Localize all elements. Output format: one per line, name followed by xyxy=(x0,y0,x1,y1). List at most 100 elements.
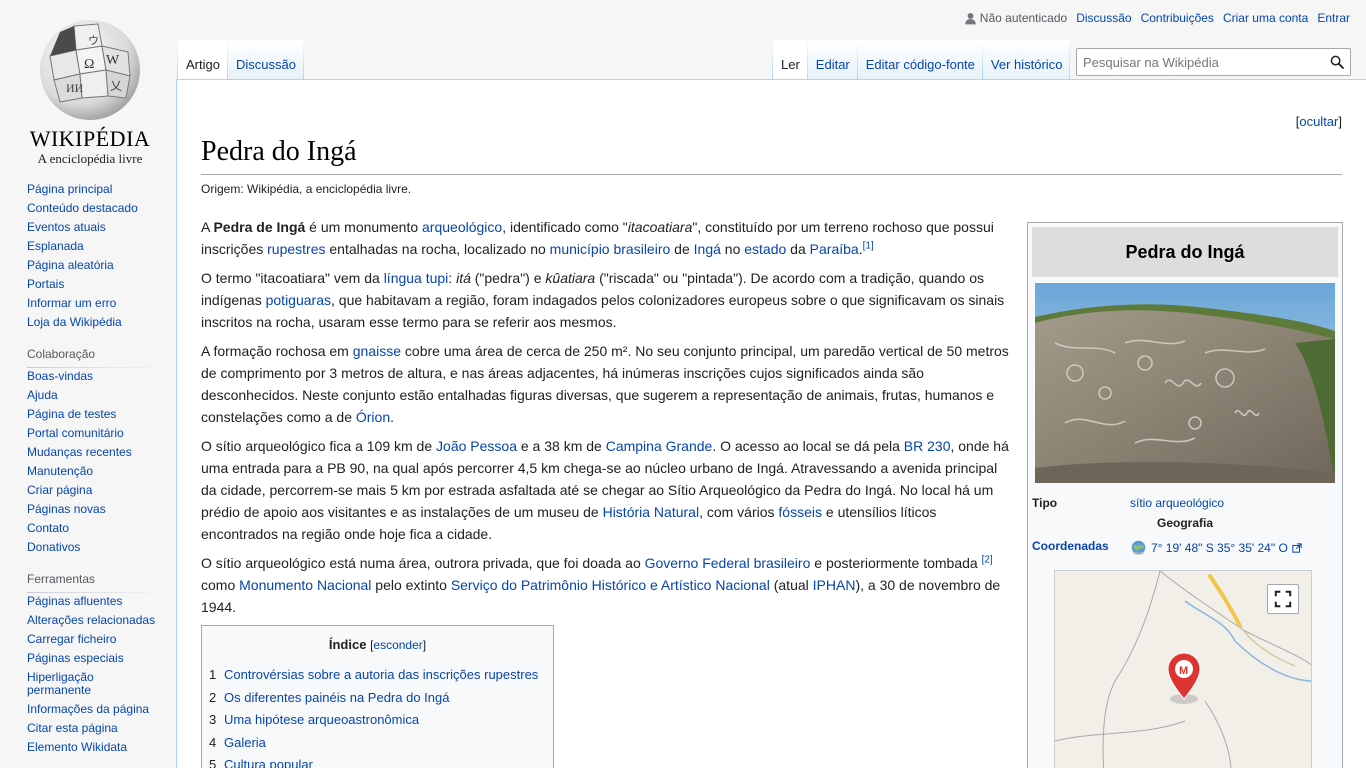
sidebar-item-what-links-here[interactable]: Páginas afluentes xyxy=(27,592,176,611)
sidebar-item-report-error[interactable]: Informar um erro xyxy=(27,294,176,313)
link-iphan[interactable]: IPHAN xyxy=(813,577,856,593)
sidebar-item-related-changes[interactable]: Alterações relacionadas xyxy=(27,611,176,630)
svg-text:W: W xyxy=(106,53,120,68)
sidebar-item-cite-page[interactable]: Citar esta página xyxy=(27,719,176,738)
map-fullscreen-button[interactable] xyxy=(1267,584,1299,614)
sidebar-item-sandbox[interactable]: Página de testes xyxy=(27,405,176,424)
create-account-link[interactable]: Criar uma conta xyxy=(1223,11,1308,25)
svg-text:ИИ: ИИ xyxy=(66,81,84,95)
article-body: A Pedra de Ingá é um monumento arqueológ… xyxy=(201,216,1013,768)
infobox-type-label: Tipo xyxy=(1032,496,1058,510)
site-subtitle: Origem: Wikipédia, a enciclopédia livre. xyxy=(201,182,412,196)
toc-item[interactable]: 4 Galeria xyxy=(209,732,546,755)
user-icon xyxy=(965,12,976,24)
sidebar-item-upload-file[interactable]: Carregar ficheiro xyxy=(27,630,176,649)
sidebar-tools-heading: Ferramentas xyxy=(27,572,176,593)
wikipedia-globe-icon: Ω W ИИ 乂 ウ xyxy=(40,20,140,120)
login-link[interactable]: Entrar xyxy=(1317,11,1350,25)
namespace-tabs: Artigo Discussão xyxy=(177,40,304,80)
link-fossils[interactable]: fósseis xyxy=(778,504,822,520)
tab-article[interactable]: Artigo xyxy=(177,40,228,80)
link-rupestres[interactable]: rupestres xyxy=(267,241,325,257)
user-talk-link[interactable]: Discussão xyxy=(1076,11,1131,25)
toc-item[interactable]: 2 Os diferentes painéis na Pedra do Ingá xyxy=(209,687,546,710)
sidebar-item-featured-content[interactable]: Conteúdo destacado xyxy=(27,199,176,218)
view-tabs: Ler Editar Editar código-fonte Ver histó… xyxy=(772,40,1070,80)
location-map[interactable]: M xyxy=(1054,570,1312,768)
reference-2[interactable]: [2] xyxy=(982,554,993,565)
search-box xyxy=(1076,48,1351,76)
link-sphan[interactable]: Serviço do Patrimônio Histórico e Artíst… xyxy=(451,577,770,593)
search-button[interactable] xyxy=(1330,55,1344,74)
sidebar-item-contact[interactable]: Contato xyxy=(27,519,176,538)
anon-user: Não autenticado xyxy=(964,11,1067,25)
sidebar-item-new-pages[interactable]: Páginas novas xyxy=(27,500,176,519)
sidebar-item-wikidata-item[interactable]: Elemento Wikidata xyxy=(27,738,176,757)
link-potiguaras[interactable]: potiguaras xyxy=(266,292,331,308)
sidebar-item-portals[interactable]: Portais xyxy=(27,275,176,294)
tab-discussion[interactable]: Discussão xyxy=(228,40,304,80)
sidebar-item-page-info[interactable]: Informações da página xyxy=(27,700,176,719)
link-orion[interactable]: Órion xyxy=(356,409,390,425)
svg-text:M: M xyxy=(1179,665,1188,677)
sidebar-item-store[interactable]: Loja da Wikipédia xyxy=(27,313,176,332)
link-archaeological[interactable]: arqueológico xyxy=(422,219,502,235)
svg-text:乂: 乂 xyxy=(110,79,122,93)
globe-icon[interactable] xyxy=(1130,539,1147,556)
link-paraiba[interactable]: Paraíba xyxy=(810,241,859,257)
sidebar-item-main-page[interactable]: Página principal xyxy=(27,180,176,199)
link-federal-government[interactable]: Governo Federal brasileiro xyxy=(645,555,811,571)
infobox-row-type: Tipo sítio arqueológico xyxy=(1032,496,1338,510)
toc-hide-link[interactable]: esconder xyxy=(373,638,422,652)
infobox-type-link[interactable]: sítio arqueológico xyxy=(1130,496,1224,510)
link-br-230[interactable]: BR 230 xyxy=(904,438,951,454)
svg-text:Ω: Ω xyxy=(84,57,94,72)
reference-1[interactable]: [1] xyxy=(863,240,874,251)
article-content: [ocultar] Pedra do Ingá Origem: Wikipédi… xyxy=(176,79,1366,768)
sidebar-collaboration: Colaboração Boas-vindas Ajuda Página de … xyxy=(0,347,176,557)
link-tupi-language[interactable]: língua tupi xyxy=(384,270,449,286)
link-joao-pessoa[interactable]: João Pessoa xyxy=(436,438,517,454)
tab-history[interactable]: Ver histórico xyxy=(983,40,1071,80)
search-input[interactable] xyxy=(1077,49,1317,75)
sidebar-item-help[interactable]: Ajuda xyxy=(27,386,176,405)
infobox-coordinates-link[interactable]: 7° 19' 48" S 35° 35' 24" O xyxy=(1151,541,1288,555)
toc-item[interactable]: 5 Cultura popular xyxy=(209,754,546,768)
sidebar-item-current-events[interactable]: Eventos atuais xyxy=(27,218,176,237)
sidebar-item-village-pump[interactable]: Esplanada xyxy=(27,237,176,256)
hide-notice-link[interactable]: ocultar xyxy=(1299,114,1338,129)
tab-edit[interactable]: Editar xyxy=(808,40,858,80)
link-state[interactable]: estado xyxy=(744,241,786,257)
user-contributions-link[interactable]: Contribuições xyxy=(1141,11,1214,25)
sidebar-item-maintenance[interactable]: Manutenção xyxy=(27,462,176,481)
tab-edit-source[interactable]: Editar código-fonte xyxy=(858,40,983,80)
toc-item[interactable]: 1 Controvérsias sobre a autoria das inscr… xyxy=(209,664,546,687)
sidebar-item-special-pages[interactable]: Páginas especiais xyxy=(27,649,176,668)
infobox-coordinates-label[interactable]: Coordenadas xyxy=(1032,539,1130,556)
sidebar-item-donations[interactable]: Donativos xyxy=(27,538,176,557)
toc-item[interactable]: 3 Uma hipótese arqueoastronômica xyxy=(209,709,546,732)
sidebar: Página principal Conteúdo destacado Even… xyxy=(0,180,176,757)
sidebar-collab-heading: Colaboração xyxy=(27,347,176,368)
link-gneiss[interactable]: gnaisse xyxy=(353,343,401,359)
sidebar-item-community-portal[interactable]: Portal comunitário xyxy=(27,424,176,443)
wikipedia-logo[interactable]: Ω W ИИ 乂 ウ WIKIPÉDIA A enciclopédia livr… xyxy=(20,12,160,166)
sidebar-item-random-page[interactable]: Página aleatória xyxy=(27,256,176,275)
link-national-monument[interactable]: Monumento Nacional xyxy=(239,577,371,593)
search-icon xyxy=(1330,55,1344,69)
page-title: Pedra do Ingá xyxy=(201,134,1342,176)
link-campina-grande[interactable]: Campina Grande xyxy=(606,438,713,454)
link-brazilian-municipality[interactable]: município brasileiro xyxy=(550,241,671,257)
sidebar-item-create-page[interactable]: Criar página xyxy=(27,481,176,500)
link-natural-history[interactable]: História Natural xyxy=(603,504,699,520)
infobox-geography-header: Geografia xyxy=(1156,516,1213,530)
paragraph-3: A formação rochosa em gnaisse cobre uma … xyxy=(201,343,1009,425)
link-inga[interactable]: Ingá xyxy=(694,241,721,257)
tab-read[interactable]: Ler xyxy=(772,40,808,80)
infobox: Pedra do Ingá Tipo sítio arqueológico Ge… xyxy=(1027,222,1343,768)
sidebar-item-recent-changes[interactable]: Mudanças recentes xyxy=(27,443,176,462)
sidebar-item-permanent-link[interactable]: Hiperligação permanente xyxy=(27,671,137,697)
sidebar-item-welcome[interactable]: Boas-vindas xyxy=(27,367,176,386)
rock-photo[interactable] xyxy=(1035,283,1335,483)
svg-text:ウ: ウ xyxy=(88,34,99,47)
